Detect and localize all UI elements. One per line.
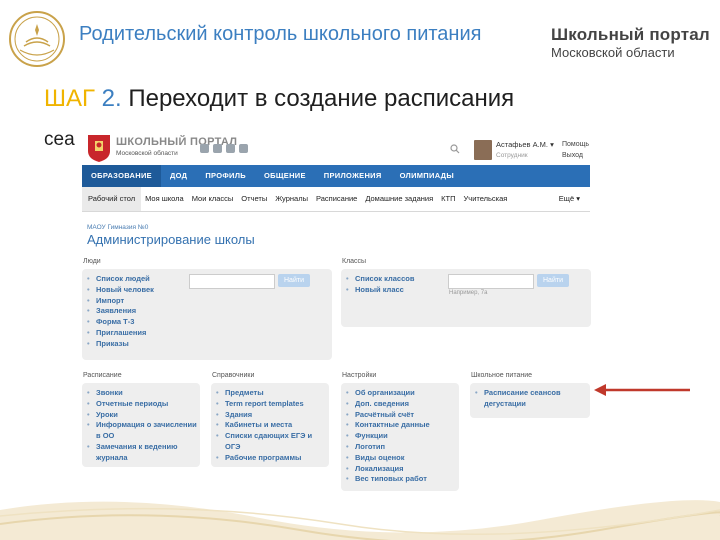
link-applications[interactable]: Заявления: [86, 306, 332, 317]
messages-icon[interactable]: [200, 144, 209, 153]
portal-brand: Школьный портал Московской области: [551, 25, 710, 61]
link-localization[interactable]: Локализация: [345, 464, 459, 475]
link-form-t3[interactable]: Форма Т-3: [86, 317, 332, 328]
refresh-icon[interactable]: [239, 144, 248, 153]
link-lessons[interactable]: Уроки: [86, 410, 200, 421]
panel-reference: Предметы Term report templates Здания Ка…: [211, 383, 329, 467]
subnav-item-desktop[interactable]: Рабочий стол: [82, 187, 142, 211]
nav-item-communication[interactable]: ОБЩЕНИЕ: [255, 165, 315, 187]
header-icons: [200, 144, 248, 153]
step-number: 2.: [101, 85, 122, 112]
link-bells[interactable]: Звонки: [86, 388, 200, 399]
section-label-schedule: Расписание: [83, 372, 122, 379]
step-heading: ШАГ 2. Переходит в создание расписания: [44, 84, 514, 114]
section-label-settings: Настройки: [342, 372, 377, 379]
breadcrumb[interactable]: МАОУ Гимназия №0: [87, 224, 148, 231]
class-search-hint: Например, 7а: [449, 290, 488, 296]
section-label-reference: Справочники: [212, 372, 255, 379]
decorative-bottom-wave: [0, 500, 720, 540]
user-icon[interactable]: [213, 144, 222, 153]
link-import[interactable]: Импорт: [86, 296, 332, 307]
link-rooms[interactable]: Кабинеты и места: [215, 420, 329, 431]
user-name[interactable]: Астафьев А.М. ▾: [496, 140, 554, 149]
site-subtitle: Московской области: [116, 150, 178, 157]
link-buildings[interactable]: Здания: [215, 410, 329, 421]
class-find-button[interactable]: Найти: [537, 274, 569, 287]
sub-nav: Рабочий стол Моя школа Мои классы Отчеты…: [82, 187, 590, 212]
people-search-input[interactable]: [189, 274, 275, 289]
subnav-item-schedule[interactable]: Расписание: [312, 187, 361, 211]
panel-people: Список людей Новый человек Импорт Заявле…: [82, 269, 332, 360]
link-tasting-schedule[interactable]: Расписание сеансов дегустации: [474, 388, 590, 410]
nav-item-apps[interactable]: ПРИЛОЖЕНИЯ: [315, 165, 391, 187]
subnav-item-homework[interactable]: Домашние задания: [361, 187, 437, 211]
subnav-item-reports[interactable]: Отчеты: [237, 187, 271, 211]
link-subjects[interactable]: Предметы: [215, 388, 329, 399]
link-enrollment-info[interactable]: Информация о зачислении в ОО: [86, 420, 200, 442]
user-role: Сотрудник: [496, 152, 528, 159]
avatar[interactable]: [474, 140, 492, 160]
brand-line-2: Московской области: [551, 45, 675, 60]
panel-schedule: Звонки Отчетные периоды Уроки Информация…: [82, 383, 200, 467]
section-label-school-food: Школьное питание: [471, 372, 533, 379]
section-label-people: Люди: [83, 258, 101, 265]
step-word: ШАГ: [44, 85, 95, 112]
link-invitations[interactable]: Приглашения: [86, 328, 332, 339]
logout-link[interactable]: Выход: [562, 152, 583, 159]
moscow-region-emblem-icon: [88, 135, 110, 162]
link-journal-remarks[interactable]: Замечания к ведению журнала: [86, 442, 200, 464]
link-grade-types[interactable]: Виды оценок: [345, 453, 459, 464]
link-work-programs[interactable]: Рабочие программы: [215, 453, 329, 464]
link-logo[interactable]: Логотип: [345, 442, 459, 453]
panel-school-food: Расписание сеансов дегустации: [470, 383, 590, 418]
step-text: Переходит в создание расписания: [121, 85, 515, 112]
nav-item-olympiads[interactable]: ОЛИМПИАДЫ: [391, 165, 463, 187]
link-exam-lists[interactable]: Списки сдающих ЕГЭ и ОГЭ: [215, 431, 329, 453]
nav-item-dod[interactable]: ДОД: [161, 165, 196, 187]
nav-item-profile[interactable]: ПРОФИЛЬ: [196, 165, 255, 187]
nav-item-education[interactable]: ОБРАЗОВАНИЕ: [82, 165, 161, 187]
portal-screenshot: ШКОЛЬНЫЙ ПОРТАЛ Московской области Астаф…: [80, 128, 594, 496]
brand-line-1: Школьный портал: [551, 25, 710, 44]
link-about-org[interactable]: Об организации: [345, 388, 459, 399]
subnav-item-teachers-room[interactable]: Учительская: [460, 187, 512, 211]
help-link[interactable]: Помощь: [562, 141, 589, 148]
panel-settings: Об организации Доп. сведения Расчётный с…: [341, 383, 459, 491]
subnav-item-journals[interactable]: Журналы: [271, 187, 312, 211]
link-report-periods[interactable]: Отчетные периоды: [86, 399, 200, 410]
search-icon[interactable]: [450, 144, 460, 154]
link-orders[interactable]: Приказы: [86, 339, 332, 350]
class-search-input[interactable]: [448, 274, 534, 289]
school-emblem-logo: [9, 11, 65, 67]
people-find-button[interactable]: Найти: [278, 274, 310, 287]
section-label-classes: Классы: [342, 258, 367, 265]
link-functions[interactable]: Функции: [345, 431, 459, 442]
subnav-item-my-classes[interactable]: Мои классы: [188, 187, 238, 211]
subnav-more-dropdown[interactable]: Ещё ▾: [555, 187, 590, 211]
slide-title: Родительский контроль школьного питания: [79, 23, 482, 45]
link-term-report-templates[interactable]: Term report templates: [215, 399, 329, 410]
link-bank-account[interactable]: Расчётный счёт: [345, 410, 459, 421]
main-nav: ОБРАЗОВАНИЕ ДОД ПРОФИЛЬ ОБЩЕНИЕ ПРИЛОЖЕН…: [82, 165, 590, 187]
subnav-item-ktp[interactable]: КТП: [437, 187, 459, 211]
panel-classes: Список классов Новый класс Найти Наприме…: [341, 269, 591, 327]
bell-icon[interactable]: [226, 144, 235, 153]
link-contacts[interactable]: Контактные данные: [345, 420, 459, 431]
page-title: Администрирование школы: [87, 232, 255, 247]
portal-header: ШКОЛЬНЫЙ ПОРТАЛ Московской области Астаф…: [80, 128, 594, 164]
pointer-arrow: [594, 384, 690, 396]
subnav-item-my-school[interactable]: Моя школа: [141, 187, 188, 211]
link-extra-info[interactable]: Доп. сведения: [345, 399, 459, 410]
step-text-continuation: сеа: [44, 129, 75, 150]
